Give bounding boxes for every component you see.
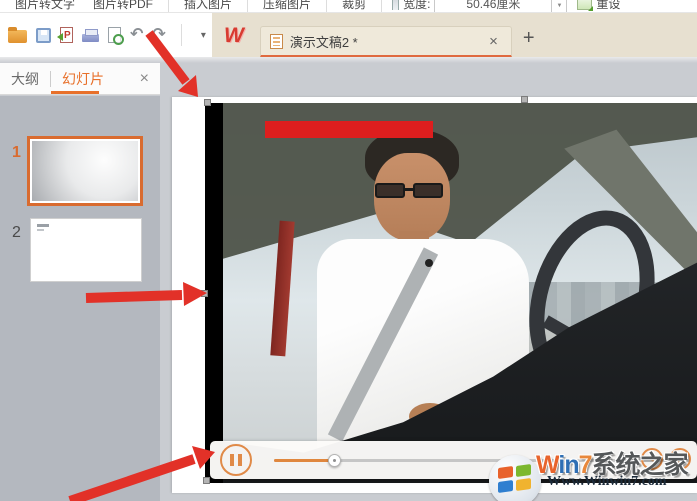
tab-outline[interactable]: 大纲: [11, 69, 39, 89]
progress-knob[interactable]: [328, 454, 341, 467]
selection-handle-top-center[interactable]: [521, 96, 528, 103]
tab-slides[interactable]: 幻灯片: [62, 69, 104, 89]
video-frame: [223, 103, 697, 483]
width-label: 宽度:: [403, 0, 430, 12]
separator: [381, 0, 382, 13]
tab-presentation2[interactable]: 演示文稿2 * ×: [260, 26, 512, 57]
quick-access-toolbar: ↶ ↷ ▾: [0, 13, 212, 57]
export-pdf-icon[interactable]: [60, 27, 73, 43]
width-ruler-icon: [392, 0, 399, 10]
ribbon-item-image-to-text[interactable]: 图片转文字: [6, 0, 84, 12]
slide-1-thumbnail[interactable]: [27, 136, 143, 206]
windows-logo-icon: [489, 455, 541, 501]
spinner-down-icon[interactable]: ▼: [556, 3, 562, 10]
reset-size-button[interactable]: 重设: [596, 0, 620, 12]
width-input[interactable]: 50.46厘米: [434, 0, 552, 13]
separator: [247, 0, 248, 13]
slide-2-number: 2: [12, 224, 21, 242]
separator: [181, 24, 182, 46]
ribbon-item-image-to-pdf[interactable]: 图片转PDF: [84, 0, 162, 12]
print-icon[interactable]: [82, 34, 99, 42]
reset-size-icon: [577, 0, 592, 10]
active-tab-underline: [51, 91, 99, 94]
toolbar-more-dropdown-icon[interactable]: ▾: [201, 30, 206, 41]
tab-title: 演示文稿2 *: [290, 32, 485, 51]
presentation-doc-icon: [270, 34, 283, 49]
slide-2-text-placeholder: [37, 224, 49, 227]
embedded-video-object[interactable]: [205, 103, 697, 483]
watermark-url: Www.Winwin7.com: [547, 474, 667, 490]
ribbon-item-crop[interactable]: 裁剪: [333, 0, 375, 12]
ribbon-row: 图片转文字 图片转PDF 插入图片 压缩图片 裁剪 宽度: 50.46厘米 ▲ …: [0, 0, 697, 13]
document-tab-bar: W 演示文稿2 * × +: [212, 13, 697, 57]
panel-close-icon[interactable]: ×: [140, 70, 149, 88]
print-preview-icon[interactable]: [108, 27, 121, 43]
redacted-banner: [265, 121, 433, 138]
slide-1-preview: [32, 141, 138, 201]
pause-button[interactable]: [220, 444, 252, 476]
slides-panel: 大纲 幻灯片 × 1 2: [0, 63, 160, 501]
separator: [326, 0, 327, 13]
wps-logo-icon[interactable]: W: [224, 24, 244, 48]
redo-icon[interactable]: ↷: [152, 27, 165, 43]
selection-handle-bottom-left[interactable]: [203, 477, 210, 484]
selection-handle-middle-left[interactable]: [201, 290, 208, 297]
slide-2-text-placeholder: [37, 229, 44, 231]
undo-icon[interactable]: ↶: [130, 27, 143, 43]
separator: [168, 0, 169, 13]
ribbon-item-insert-image[interactable]: 插入图片: [175, 0, 241, 12]
slide-thumbnail-list: 1 2: [0, 96, 160, 501]
slide-1-number: 1: [12, 144, 21, 162]
ribbon-item-compress-image[interactable]: 压缩图片: [254, 0, 320, 12]
separator: [50, 71, 51, 87]
progress-fill: [274, 459, 335, 462]
width-spinner[interactable]: ▲ ▼: [552, 0, 567, 13]
save-icon[interactable]: [36, 28, 51, 43]
tab-close-icon[interactable]: ×: [485, 33, 502, 50]
win7-watermark: Win7系统之家 Www.Winwin7.com: [489, 443, 697, 501]
slide-2-thumbnail[interactable]: [30, 218, 142, 282]
selection-handle-top-left[interactable]: [204, 99, 211, 106]
slides-panel-header: 大纲 幻灯片 ×: [0, 63, 160, 95]
new-tab-button[interactable]: +: [523, 27, 535, 50]
open-folder-icon[interactable]: [8, 30, 27, 43]
